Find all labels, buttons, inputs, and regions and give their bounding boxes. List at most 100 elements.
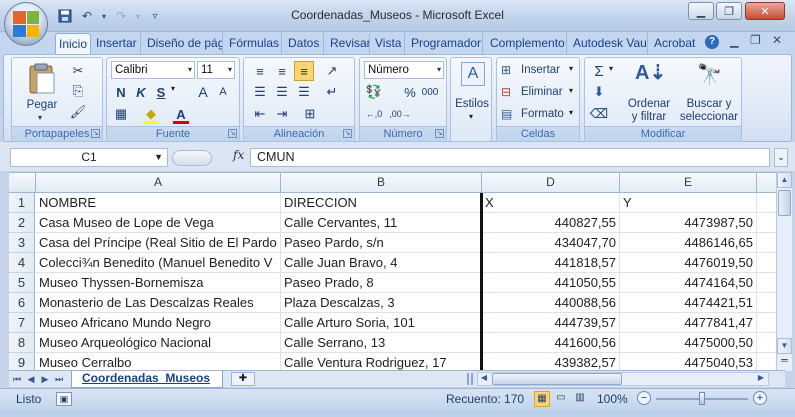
cell-a[interactable]: Museo Cerralbo: [36, 353, 281, 370]
wrap-text-icon[interactable]: ↵: [322, 82, 342, 102]
tab-datos[interactable]: Datos: [285, 33, 324, 54]
name-box[interactable]: C1 ▼: [10, 148, 168, 167]
cell-e[interactable]: 4477841,47: [620, 313, 757, 333]
expand-formula-bar-icon[interactable]: ⌄: [774, 148, 788, 167]
cell-d[interactable]: 439382,57: [482, 353, 620, 370]
cell-d[interactable]: 440827,55: [482, 213, 620, 233]
row-header[interactable]: 1: [9, 193, 35, 213]
cell-e[interactable]: 4475000,50: [620, 333, 757, 353]
redo-icon[interactable]: ↷: [112, 7, 130, 25]
dialog-launcher-icon[interactable]: ↘: [343, 129, 352, 138]
dialog-launcher-icon[interactable]: ↘: [228, 129, 237, 138]
row-header[interactable]: 7: [9, 313, 35, 333]
zoom-in-icon[interactable]: +: [753, 391, 767, 405]
font-name-combo[interactable]: Calibri ▾: [111, 61, 195, 79]
cell-b[interactable]: Plaza Descalzas, 3: [281, 293, 482, 313]
cell-b[interactable]: Calle Arturo Soria, 101: [281, 313, 482, 333]
cell-b[interactable]: Calle Ventura Rodriguez, 17: [281, 353, 482, 370]
help-icon[interactable]: ?: [705, 35, 719, 49]
autosum-button[interactable]: Σ: [589, 61, 609, 81]
zoom-level[interactable]: 100%: [597, 392, 628, 406]
tab-complemento[interactable]: Complemento: [487, 33, 567, 54]
macro-record-icon[interactable]: ▣: [56, 392, 72, 406]
bold-button[interactable]: N: [111, 82, 131, 102]
restore-icon[interactable]: ❐: [716, 2, 742, 20]
vertical-scrollbar[interactable]: ▲ ▼ ═: [776, 172, 792, 371]
increase-indent-icon[interactable]: ⇥: [272, 104, 292, 124]
row-header[interactable]: 8: [9, 333, 35, 353]
grow-font-button[interactable]: A: [193, 82, 213, 102]
paste-button[interactable]: Pegar ▾: [20, 63, 64, 123]
horizontal-scrollbar[interactable]: ◀ ▶: [477, 372, 769, 386]
horizontal-scroll-thumb[interactable]: [492, 373, 622, 385]
thousands-button[interactable]: 000: [420, 82, 440, 102]
fill-icon[interactable]: ⬇: [589, 82, 609, 102]
insert-cells-button[interactable]: ⊞ Insertar ▾: [501, 62, 577, 80]
cell-b[interactable]: DIRECCION: [281, 193, 482, 213]
row-header[interactable]: 3: [9, 233, 35, 253]
dialog-launcher-icon[interactable]: ↘: [91, 129, 100, 138]
merge-center-icon[interactable]: ⊞: [300, 104, 320, 124]
worksheet-grid[interactable]: A B D E 1 NOMBRE DIRECCION X Y 2 Casa Museo de…: [9, 172, 785, 370]
normal-view-icon[interactable]: ▦: [534, 391, 550, 407]
office-button[interactable]: [4, 2, 48, 46]
tab-programador[interactable]: Programador: [408, 33, 483, 54]
tab-diseno[interactable]: Diseño de pág: [144, 33, 223, 54]
tab-insertar[interactable]: Insertar: [93, 33, 141, 54]
autosum-dropdown-icon[interactable]: ▾: [609, 64, 613, 73]
column-header-b[interactable]: B: [281, 173, 482, 193]
cell-a[interactable]: Museo Thyssen-Bornemisza: [36, 273, 281, 293]
cell-d[interactable]: X: [482, 193, 620, 213]
cell-a[interactable]: Casa del Príncipe (Real Sitio de El Pard…: [36, 233, 281, 253]
align-top-icon[interactable]: ≡: [250, 61, 270, 81]
row-header[interactable]: 6: [9, 293, 35, 313]
prev-sheet-icon[interactable]: ◀: [25, 372, 37, 386]
underline-button[interactable]: S: [151, 82, 171, 102]
redo-dropdown-icon[interactable]: ▾: [134, 7, 142, 25]
cell-d[interactable]: 444739,57: [482, 313, 620, 333]
workbook-restore-icon[interactable]: ❐: [750, 33, 761, 47]
cell-e[interactable]: 4475040,53: [620, 353, 757, 370]
align-left-icon[interactable]: ☰: [250, 82, 270, 102]
row-header[interactable]: 5: [9, 273, 35, 293]
dialog-launcher-icon[interactable]: ↘: [435, 129, 444, 138]
decrease-indent-icon[interactable]: ⇤: [250, 104, 270, 124]
cut-icon[interactable]: ✂: [68, 61, 88, 81]
cell-b[interactable]: Calle Juan Bravo, 4: [281, 253, 482, 273]
zoom-slider-thumb[interactable]: [699, 392, 705, 405]
page-break-view-icon[interactable]: ▥: [572, 391, 588, 407]
cell-d[interactable]: 441050,55: [482, 273, 620, 293]
select-all-corner[interactable]: [9, 173, 36, 193]
cell-d[interactable]: 441600,56: [482, 333, 620, 353]
customize-qat-icon[interactable]: ▿: [146, 7, 164, 25]
split-handle-icon[interactable]: ═: [777, 355, 792, 369]
shrink-font-button[interactable]: A: [213, 82, 233, 102]
row-header[interactable]: 4: [9, 253, 35, 273]
workbook-close-icon[interactable]: ✕: [772, 33, 782, 47]
cell-d[interactable]: 434047,70: [482, 233, 620, 253]
cell-d[interactable]: 441818,57: [482, 253, 620, 273]
row-header[interactable]: 9: [9, 353, 35, 370]
font-size-combo[interactable]: 11 ▾: [197, 61, 235, 79]
underline-dropdown-icon[interactable]: ▾: [171, 84, 175, 93]
cell-b[interactable]: Calle Serrano, 13: [281, 333, 482, 353]
sort-filter-button[interactable]: A⇣ Ordenar y filtrar: [621, 60, 677, 124]
column-header-d[interactable]: D: [482, 173, 620, 193]
cell-a[interactable]: Museo Africano Mundo Negro: [36, 313, 281, 333]
cell-a[interactable]: NOMBRE: [36, 193, 281, 213]
next-sheet-icon[interactable]: ▶: [39, 372, 51, 386]
undo-icon[interactable]: ↶: [78, 7, 96, 25]
minimize-icon[interactable]: ▁: [688, 2, 714, 20]
insert-sheet-icon[interactable]: ✚: [231, 372, 255, 386]
tab-split-handle[interactable]: [467, 373, 473, 385]
align-middle-icon[interactable]: ≡: [272, 61, 292, 81]
borders-icon[interactable]: ▦: [111, 104, 131, 124]
cell-e[interactable]: 4486146,65: [620, 233, 757, 253]
cell-e[interactable]: 4476019,50: [620, 253, 757, 273]
ribbon-minimize-icon[interactable]: ▁: [730, 35, 738, 48]
vertical-scroll-thumb[interactable]: [778, 190, 791, 216]
cell-e[interactable]: 4474164,50: [620, 273, 757, 293]
page-layout-view-icon[interactable]: ▭: [553, 391, 569, 407]
increase-decimal-icon[interactable]: ←,0: [364, 104, 384, 124]
insert-function-icon[interactable]: fx: [233, 148, 244, 162]
